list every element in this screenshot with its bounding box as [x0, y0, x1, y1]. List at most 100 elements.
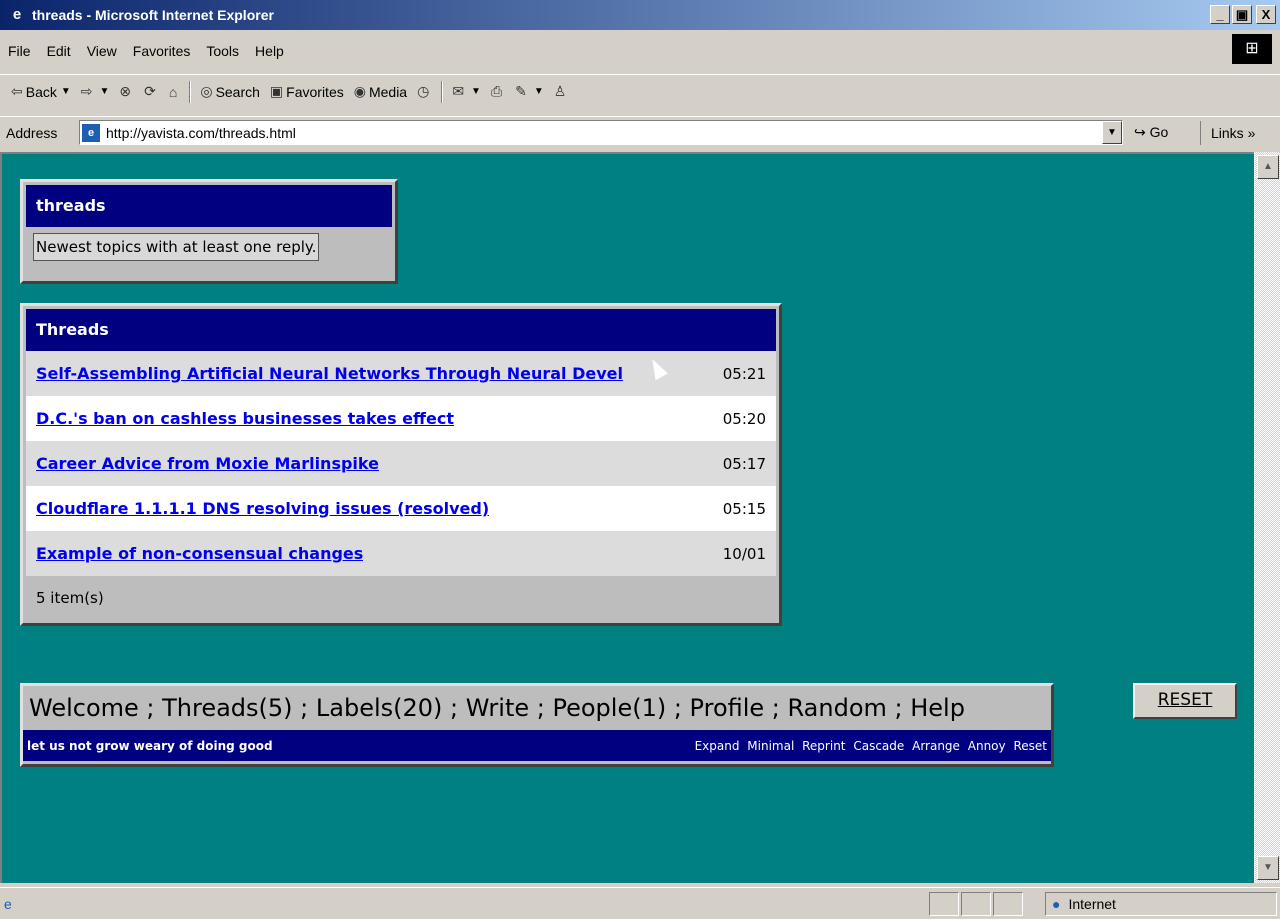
nav-separator: ; — [292, 694, 316, 722]
go-label: Go — [1149, 124, 1169, 140]
home-icon: ⌂ — [168, 83, 178, 100]
go-arrow-icon: ↪ — [1134, 124, 1146, 140]
page-viewport: threads Newest topics with at least one … — [0, 152, 1254, 883]
chevron-down-icon: ▼ — [99, 86, 110, 97]
print-icon: ⎙ — [490, 83, 503, 99]
threads-table: Self-Assembling Artificial Neural Networ… — [26, 351, 776, 620]
home-button[interactable]: ⌂ — [164, 84, 185, 100]
minimize-button[interactable]: _ — [1210, 5, 1230, 24]
menu-tools[interactable]: Tools — [198, 43, 247, 59]
edit-icon: ✎ — [515, 83, 527, 99]
address-dropdown-button[interactable]: ▼ — [1102, 121, 1122, 144]
nav-random-link[interactable]: Random — [788, 694, 887, 722]
table-row: D.C.'s ban on cashless businesses takes … — [26, 396, 776, 441]
thread-link[interactable]: D.C.'s ban on cashless businesses takes … — [36, 409, 454, 428]
go-button[interactable]: ↪ Go — [1134, 124, 1168, 141]
nav-links: Welcome ; Threads(5) ; Labels(20) ; Writ… — [23, 686, 1051, 730]
item-count: 5 item(s) — [26, 576, 776, 620]
search-label: Search — [215, 83, 260, 100]
ie-icon: e — [12, 6, 22, 23]
table-row: Career Advice from Moxie Marlinspike 05:… — [26, 441, 776, 486]
status-cell — [961, 892, 991, 916]
thread-time: 05:21 — [722, 364, 766, 383]
reset-button[interactable]: RESET — [1133, 683, 1237, 719]
edit-button[interactable]: ✎ ▼ — [510, 83, 549, 100]
back-button[interactable]: ⇦ Back ▼ — [6, 83, 76, 100]
nav-labels-link[interactable]: Labels(20) — [316, 694, 443, 722]
scroll-down-icon[interactable]: ▼ — [1257, 856, 1279, 880]
header-box-title: threads — [26, 185, 392, 227]
table-row: Cloudflare 1.1.1.1 DNS resolving issues … — [26, 486, 776, 531]
menu-view[interactable]: View — [79, 43, 125, 59]
zone-label: Internet — [1068, 896, 1116, 912]
menu-file[interactable]: File — [0, 43, 39, 59]
media-icon: ◉ — [353, 83, 366, 99]
favorites-button[interactable]: ▣ Favorites — [265, 83, 349, 100]
status-cell — [929, 892, 959, 916]
action-reset[interactable]: Reset — [1013, 739, 1047, 753]
refresh-icon: ⟳ — [144, 83, 156, 99]
close-button[interactable]: X — [1256, 5, 1276, 24]
menu-help[interactable]: Help — [247, 43, 292, 59]
status-cells — [929, 892, 1025, 916]
stop-button[interactable]: ⊗ — [114, 83, 139, 100]
action-expand[interactable]: Expand — [695, 739, 740, 753]
thread-time: 05:15 — [722, 499, 766, 518]
globe-icon: ● — [1052, 896, 1061, 912]
thread-link[interactable]: Self-Assembling Artificial Neural Networ… — [36, 364, 623, 383]
nav-separator: ; — [442, 694, 466, 722]
links-label: Links — [1211, 125, 1244, 141]
vertical-scrollbar[interactable]: ▲ ▼ — [1254, 152, 1280, 883]
nav-help-link[interactable]: Help — [910, 694, 965, 722]
search-button[interactable]: ◎ Search — [195, 83, 265, 100]
address-bar: Address e http://yavista.com/threads.htm… — [0, 116, 1280, 148]
maximize-button[interactable]: ▣ — [1232, 5, 1252, 24]
nav-separator: ; — [886, 694, 911, 722]
table-row: Example of non-consensual changes 10/01 — [26, 531, 776, 576]
nav-separator: ; — [666, 694, 690, 722]
action-minimal[interactable]: Minimal — [747, 739, 794, 753]
messenger-button[interactable]: ♙ — [549, 83, 575, 100]
print-button[interactable]: ⎙ — [486, 83, 510, 100]
nav-profile-link[interactable]: Profile — [690, 694, 765, 722]
toolbar-separator — [441, 80, 444, 103]
nav-threads-link[interactable]: Threads(5) — [162, 694, 292, 722]
nav-welcome-link[interactable]: Welcome — [29, 694, 139, 722]
thread-time: 05:17 — [722, 454, 766, 473]
action-annoy[interactable]: Annoy — [968, 739, 1006, 753]
links-button[interactable]: Links » — [1200, 121, 1255, 145]
address-url[interactable]: http://yavista.com/threads.html — [106, 125, 296, 141]
nav-people-link[interactable]: People(1) — [552, 694, 666, 722]
history-button[interactable]: ◷ — [412, 83, 437, 100]
security-zone: ● Internet — [1045, 892, 1277, 916]
media-button[interactable]: ◉ Media — [349, 83, 412, 100]
nav-box: Welcome ; Threads(5) ; Labels(20) ; Writ… — [20, 683, 1054, 767]
threads-box-title: Threads — [26, 309, 776, 351]
address-input[interactable]: e http://yavista.com/threads.html ▼ — [79, 120, 1123, 145]
history-icon: ◷ — [417, 83, 430, 99]
forward-button[interactable]: ⇨ ▼ — [76, 83, 115, 100]
thread-link[interactable]: Example of non-consensual changes — [36, 544, 363, 563]
scroll-up-icon[interactable]: ▲ — [1257, 155, 1279, 179]
thread-link[interactable]: Cloudflare 1.1.1.1 DNS resolving issues … — [36, 499, 489, 518]
refresh-button[interactable]: ⟳ — [139, 83, 164, 100]
nav-write-link[interactable]: Write — [466, 694, 529, 722]
favorites-icon: ▣ — [269, 83, 284, 99]
nav-actions: Expand Minimal Reprint Cascade Arrange A… — [691, 739, 1047, 753]
thread-time: 10/01 — [722, 544, 766, 563]
status-bar: e ● Internet — [0, 887, 1280, 919]
window-title: threads - Microsoft Internet Explorer — [32, 7, 274, 23]
thread-time: 05:20 — [722, 409, 766, 428]
address-label: Address — [6, 124, 58, 141]
menu-favorites[interactable]: Favorites — [125, 43, 199, 59]
action-arrange[interactable]: Arrange — [912, 739, 960, 753]
forward-arrow-icon: ⇨ — [80, 83, 93, 99]
threads-box: Threads Self-Assembling Artificial Neura… — [20, 303, 782, 626]
mail-button[interactable]: ✉ ▼ — [447, 83, 486, 100]
thread-link[interactable]: Career Advice from Moxie Marlinspike — [36, 454, 379, 473]
media-label: Media — [368, 83, 408, 100]
menu-edit[interactable]: Edit — [39, 43, 79, 59]
action-reprint[interactable]: Reprint — [802, 739, 845, 753]
action-cascade[interactable]: Cascade — [853, 739, 904, 753]
mail-icon: ✉ — [452, 83, 465, 99]
